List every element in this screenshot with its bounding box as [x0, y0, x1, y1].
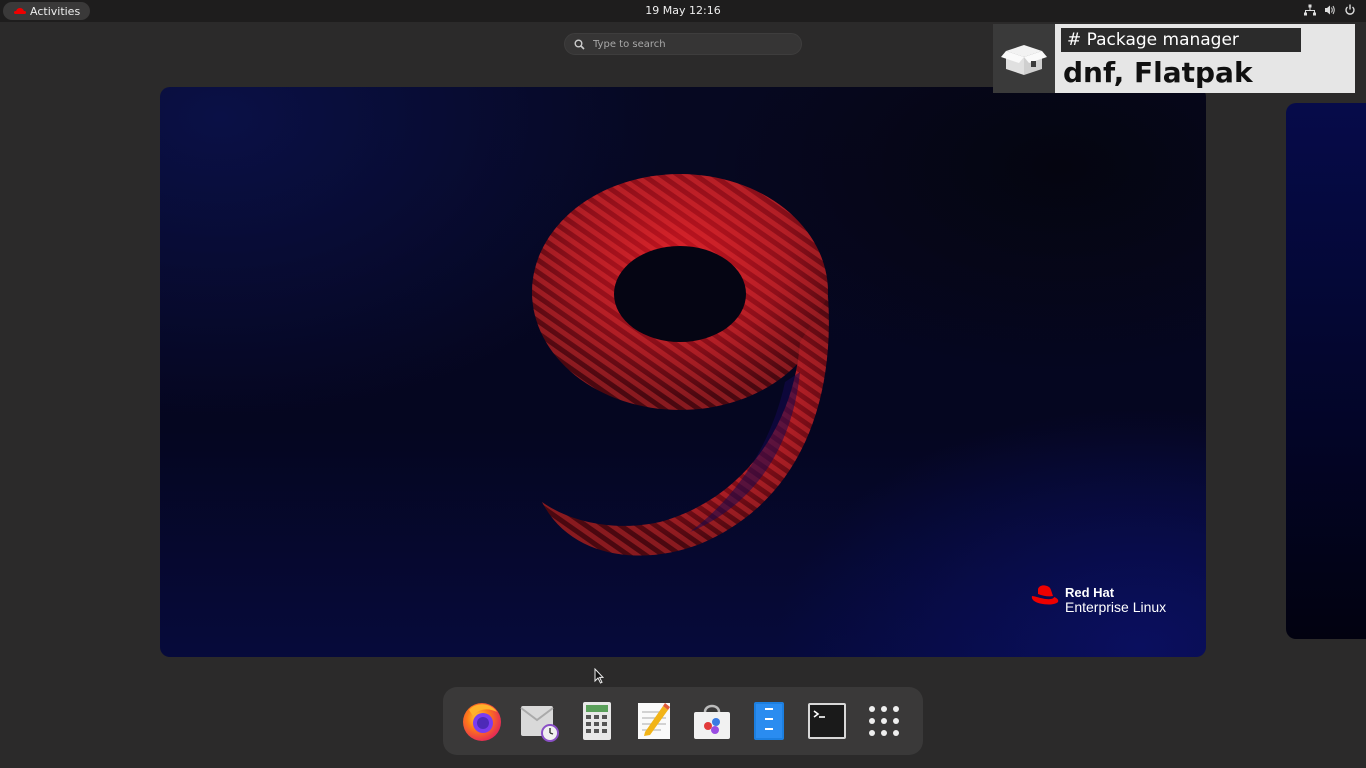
search-input[interactable]	[593, 38, 783, 50]
file-archive-icon[interactable]	[747, 699, 791, 743]
software-store-icon[interactable]	[690, 699, 734, 743]
redhat-brand: Red Hat Enterprise Linux	[1031, 585, 1166, 615]
power-icon[interactable]	[1344, 4, 1356, 16]
redhat-icon	[14, 8, 26, 14]
calculator-icon[interactable]	[575, 699, 619, 743]
banner-icon-box	[993, 24, 1055, 93]
terminal-icon[interactable]	[805, 699, 849, 743]
mouse-cursor-icon	[594, 668, 604, 684]
volume-icon[interactable]	[1324, 4, 1336, 16]
top-bar: Activities 19 May 12:16	[0, 0, 1366, 22]
banner-tag: # Package manager	[1061, 28, 1301, 52]
network-icon[interactable]	[1304, 4, 1316, 16]
activities-label: Activities	[30, 4, 81, 18]
rhel-nine-logo-icon	[532, 174, 829, 556]
brand-product: Enterprise Linux	[1065, 599, 1167, 615]
banner-title: dnf, Flatpak	[1063, 56, 1253, 89]
activities-button[interactable]: Activities	[3, 2, 91, 20]
text-editor-icon[interactable]	[632, 699, 676, 743]
system-tray[interactable]	[1304, 4, 1356, 16]
workspace-thumbnail[interactable]: Red Hat Enterprise Linux	[160, 87, 1206, 657]
dash-dock	[443, 687, 923, 755]
app-grid-icon[interactable]	[862, 699, 906, 743]
search-icon	[574, 39, 585, 50]
clock[interactable]: 19 May 12:16	[0, 0, 1366, 22]
brand-name: Red Hat	[1065, 585, 1115, 600]
topic-banner: # Package manager dnf, Flatpak	[993, 24, 1355, 93]
firefox-icon[interactable]	[460, 699, 504, 743]
package-box-icon	[1001, 44, 1047, 75]
banner-body: # Package manager dnf, Flatpak	[1055, 24, 1355, 93]
mail-clock-icon[interactable]	[517, 699, 561, 743]
redhat-hat-icon	[1031, 585, 1059, 605]
search-bar[interactable]	[564, 33, 802, 55]
workspace-thumbnail-next[interactable]	[1286, 103, 1366, 639]
